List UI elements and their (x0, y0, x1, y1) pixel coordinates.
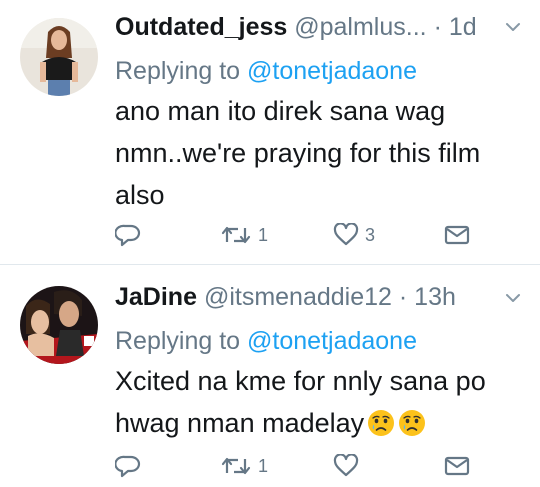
like-icon (333, 223, 359, 246)
retweet-count: 1 (258, 455, 269, 476)
retweet-button[interactable]: 1 (220, 220, 268, 250)
display-name[interactable]: JaDine (115, 283, 197, 311)
replying-to-mention[interactable]: @tonetjadaone (247, 327, 417, 355)
avatar-image (20, 18, 98, 96)
avatar[interactable] (20, 286, 98, 364)
reply-button[interactable] (115, 220, 141, 250)
tweet-text: Xcited na kme for nnly sana po hwag nman… (115, 360, 515, 444)
tweet-actions: 1 (115, 451, 515, 481)
user-handle[interactable]: @itsmenaddie12 (204, 283, 392, 311)
retweet-count: 1 (258, 224, 269, 245)
timestamp[interactable]: 1d (449, 13, 477, 41)
like-button[interactable]: 3 (333, 220, 375, 250)
tweet-text-line: hwag nman madelay (115, 408, 365, 438)
separator: · (398, 283, 408, 311)
direct-message-button[interactable] (443, 451, 471, 481)
tweet[interactable]: Outdated_jess @palmlus... · 1d Replying … (0, 0, 540, 264)
like-icon (333, 454, 359, 477)
reply-icon (115, 224, 141, 247)
tweet-actions: 1 3 (115, 220, 515, 250)
tweet-text-line: Xcited na kme for nnly sana po (115, 366, 486, 396)
crying-face-emoji-icon (399, 410, 426, 436)
direct-message-icon (444, 456, 470, 476)
direct-message-button[interactable] (443, 220, 471, 250)
chevron-down-icon[interactable] (504, 18, 522, 36)
tweet-header: Outdated_jess @palmlus... · 1d (115, 11, 500, 43)
direct-message-icon (444, 225, 470, 245)
replying-to: Replying to @tonetjadaone (115, 325, 417, 357)
tweet-text-line-with-emoji: hwag nman madelay (115, 402, 515, 444)
avatar[interactable] (20, 18, 98, 96)
chevron-down-icon[interactable] (504, 289, 522, 307)
replying-to-label: Replying to (115, 327, 241, 355)
separator: · (433, 13, 442, 41)
tweet[interactable]: JaDine @itsmenaddie12 · 13h Replying to … (0, 265, 540, 487)
replying-to-label: Replying to (115, 57, 241, 85)
tweet-text-line: also (115, 180, 165, 210)
replying-to-mention[interactable]: @tonetjadaone (247, 57, 417, 85)
tweet-text-line: ano man ito direk sana wag (115, 96, 446, 126)
tweet-header: JaDine @itsmenaddie12 · 13h (115, 281, 500, 313)
like-button[interactable] (333, 451, 365, 481)
like-count: 3 (365, 224, 376, 245)
reply-icon (115, 455, 141, 478)
tweet-text: ano man ito direk sana wag nmn..we're pr… (115, 90, 515, 216)
user-handle[interactable]: @palmlus... (294, 13, 426, 41)
timestamp[interactable]: 13h (414, 283, 456, 311)
retweet-icon (221, 226, 251, 244)
retweet-icon (221, 457, 251, 475)
reply-button[interactable] (115, 451, 141, 481)
avatar-image (20, 286, 98, 364)
replying-to: Replying to @tonetjadaone (115, 55, 417, 87)
display-name[interactable]: Outdated_jess (115, 13, 287, 41)
retweet-button[interactable]: 1 (220, 451, 268, 481)
crying-face-emoji-icon (368, 410, 395, 436)
tweet-text-line: nmn..we're praying for this film (115, 138, 481, 168)
